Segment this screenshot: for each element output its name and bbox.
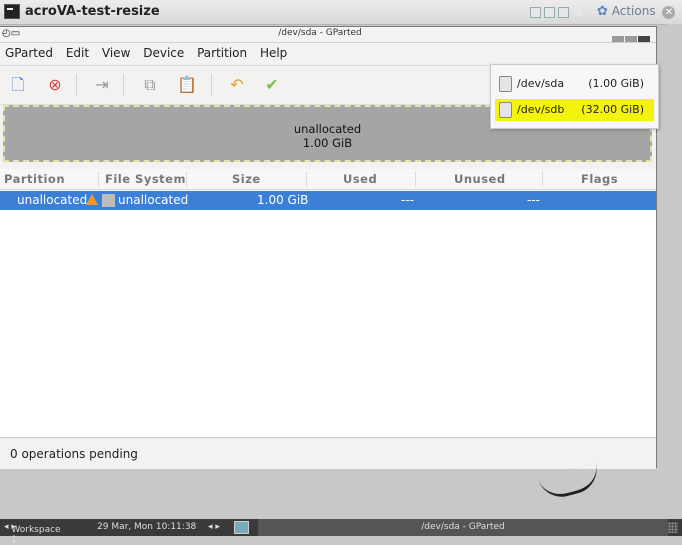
new-icon[interactable]: 🗋	[8, 75, 28, 95]
gear-icon: ✿	[597, 4, 608, 19]
device-size: (1.00 GiB)	[588, 77, 644, 90]
device-name: /dev/sda	[517, 77, 565, 90]
workspace-switcher[interactable]: ◂ Workspace 1 ▸	[4, 522, 61, 545]
apply-icon[interactable]: ✔	[262, 75, 282, 95]
cell-size: 1.00 GiB	[257, 193, 309, 207]
window-buttons[interactable]	[530, 7, 586, 21]
menu-help[interactable]: Help	[255, 43, 287, 60]
menu-partition[interactable]: Partition	[192, 43, 247, 60]
menu-device[interactable]: Device	[138, 43, 184, 60]
cell-used: ---	[401, 193, 414, 207]
col-unused[interactable]: Unused	[454, 172, 506, 186]
col-partition[interactable]: Partition	[4, 172, 65, 186]
status-bar: 0 operations pending	[0, 437, 656, 469]
col-flags[interactable]: Flags	[581, 172, 618, 186]
paste-icon[interactable]: 📋	[177, 75, 197, 95]
delete-icon[interactable]: ⊗	[45, 75, 65, 95]
workspace-label: Workspace 1	[11, 525, 61, 545]
task-button[interactable]: /dev/sda - GParted	[258, 519, 668, 536]
window-title: /dev/sda - GParted	[278, 28, 362, 38]
menu-gparted[interactable]: GParted	[0, 43, 53, 60]
device-size: (32.00 GiB)	[581, 103, 644, 116]
window-controls[interactable]	[611, 31, 650, 45]
device-dropdown: /dev/sda (1.00 GiB) /dev/sdb (32.00 GiB)	[490, 64, 659, 129]
cell-filesystem: unallocated	[118, 193, 189, 207]
actions-button[interactable]: ✿ Actions ✕	[597, 4, 676, 19]
maximize-icon[interactable]	[558, 7, 569, 18]
table-row[interactable]: unallocated unallocated 1.00 GiB --- ---	[0, 191, 656, 210]
undo-icon[interactable]: ↶	[227, 75, 247, 95]
menu-view[interactable]: View	[97, 43, 130, 60]
col-used[interactable]: Used	[343, 172, 377, 186]
resize-move-icon[interactable]: ⇥	[92, 75, 112, 95]
operations-pending: 0 operations pending	[10, 447, 138, 461]
cell-unused: ---	[527, 193, 540, 207]
vm-title-bar: acroVA-test-resize ✿ Actions ✕	[0, 0, 682, 25]
taskbar: ◂ Workspace 1 ▸ 29 Mar, Mon 10:11:38 ◂ ▸…	[0, 519, 682, 545]
window-titlebar: ◴▭ /dev/sda - GParted	[0, 27, 656, 43]
close-icon[interactable]: ✕	[662, 6, 676, 19]
partition-list[interactable]	[0, 210, 656, 437]
vm-title: acroVA-test-resize	[25, 4, 160, 19]
device-item-sda[interactable]: /dev/sda (1.00 GiB)	[495, 73, 654, 95]
graph-size: 1.00 GiB	[302, 136, 353, 150]
desktop-edge	[666, 24, 682, 519]
disk-icon	[499, 76, 512, 92]
col-filesystem[interactable]: File System	[105, 172, 186, 186]
restore-icon[interactable]	[544, 7, 555, 18]
warning-icon	[86, 194, 98, 205]
menu-edit[interactable]: Edit	[61, 43, 89, 60]
clock: 29 Mar, Mon 10:11:38	[97, 522, 197, 532]
device-name: /dev/sdb	[517, 103, 565, 116]
menu-bar: GParted Edit View Device Partition Help	[0, 43, 656, 66]
disk-icon	[499, 102, 512, 118]
resize-grip-icon[interactable]	[668, 522, 678, 533]
actions-label: Actions	[611, 4, 656, 18]
minimize-icon[interactable]	[530, 7, 541, 18]
flag-icon[interactable]	[574, 7, 583, 16]
terminal-icon	[4, 4, 20, 19]
cell-partition: unallocated	[17, 193, 88, 207]
table-header: Partition File System Size Used Unused F…	[0, 169, 656, 190]
filesystem-color-swatch	[102, 194, 115, 207]
col-size[interactable]: Size	[232, 172, 261, 186]
copy-icon[interactable]: ⧉	[140, 75, 160, 95]
task-arrows[interactable]: ◂ ▸	[208, 522, 220, 532]
gparted-task-icon[interactable]	[234, 521, 249, 534]
device-item-sdb[interactable]: /dev/sdb (32.00 GiB)	[495, 99, 654, 121]
